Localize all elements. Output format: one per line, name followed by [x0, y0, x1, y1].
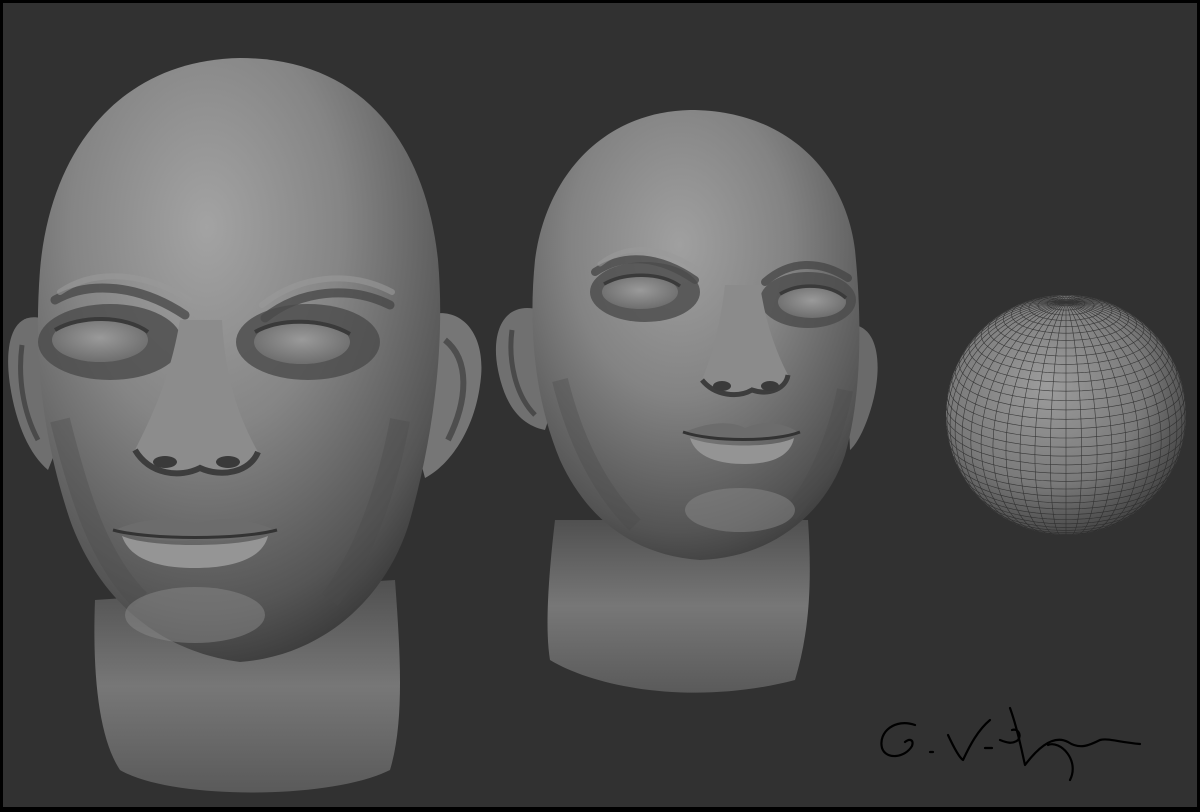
- sculpted-head-three-quarter[interactable]: [495, 110, 878, 693]
- sculpt-viewport[interactable]: [3, 3, 1197, 807]
- sculpted-head-front[interactable]: [8, 58, 482, 793]
- scene-canvas: [8, 58, 1186, 793]
- polyframe-sphere[interactable]: [946, 295, 1186, 535]
- artist-signature: [880, 706, 1142, 782]
